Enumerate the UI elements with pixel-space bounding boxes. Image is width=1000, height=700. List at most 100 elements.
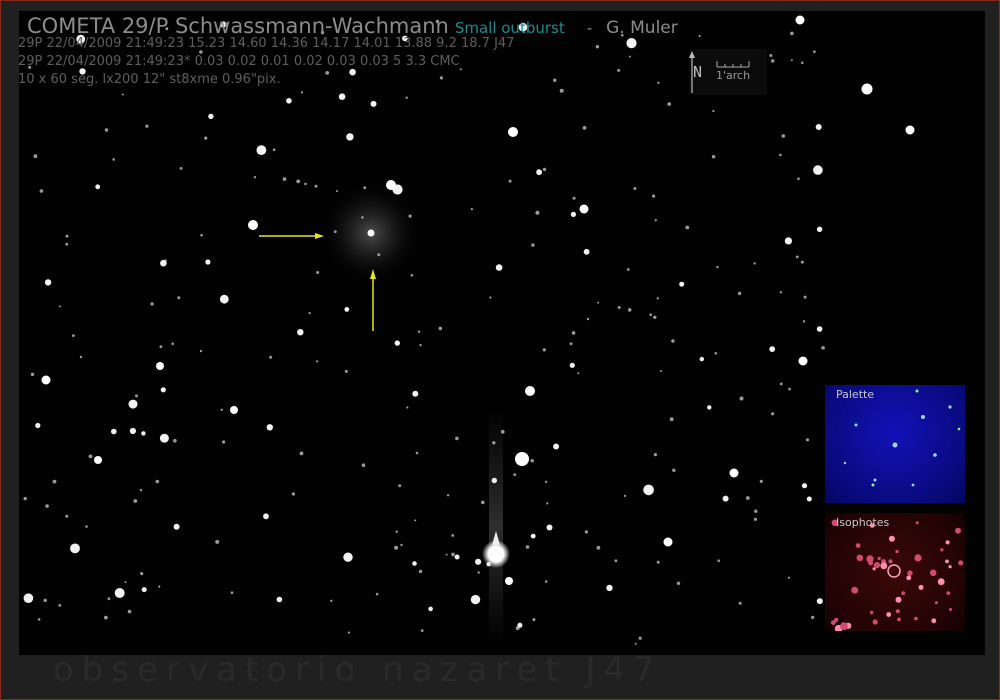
bright-star bbox=[94, 456, 102, 464]
isophote-star bbox=[907, 570, 913, 576]
star bbox=[800, 260, 804, 264]
star bbox=[95, 184, 101, 190]
star bbox=[455, 436, 459, 441]
star bbox=[361, 463, 366, 468]
star bbox=[806, 496, 812, 502]
star bbox=[638, 636, 642, 640]
isophote-star bbox=[937, 578, 945, 586]
star bbox=[784, 237, 793, 245]
star bbox=[173, 523, 180, 530]
star bbox=[739, 396, 744, 401]
star bbox=[296, 179, 301, 184]
star bbox=[347, 631, 351, 634]
star bbox=[586, 317, 590, 321]
star bbox=[582, 126, 587, 130]
star bbox=[672, 468, 676, 472]
star bbox=[759, 479, 763, 483]
star bbox=[454, 554, 460, 560]
star bbox=[363, 186, 367, 190]
star bbox=[451, 534, 455, 537]
star bbox=[179, 167, 183, 170]
bright-star bbox=[248, 220, 258, 230]
star bbox=[717, 559, 720, 562]
star bbox=[716, 265, 719, 269]
isophote-star bbox=[901, 591, 906, 596]
isophote-star bbox=[895, 549, 899, 554]
star bbox=[65, 514, 69, 518]
star bbox=[205, 259, 211, 265]
star bbox=[155, 479, 160, 484]
star bbox=[140, 572, 144, 576]
isophote-star bbox=[870, 610, 874, 615]
isophote-star bbox=[880, 562, 888, 570]
outburst-note: Small outburst bbox=[454, 19, 565, 37]
isophote-star bbox=[872, 567, 876, 571]
star bbox=[623, 494, 627, 497]
star bbox=[546, 502, 549, 505]
star bbox=[803, 295, 807, 299]
star bbox=[414, 519, 417, 522]
isophote-star bbox=[915, 521, 919, 525]
star bbox=[330, 599, 333, 602]
star bbox=[654, 219, 657, 222]
star bbox=[685, 225, 690, 230]
star bbox=[801, 61, 804, 65]
star bbox=[406, 406, 409, 409]
palette-stars bbox=[843, 389, 961, 487]
isophote-star bbox=[945, 559, 949, 564]
star bbox=[72, 334, 75, 337]
star bbox=[338, 93, 346, 100]
isophote-star bbox=[906, 575, 912, 581]
star bbox=[276, 596, 283, 603]
bright-star bbox=[795, 15, 805, 25]
star bbox=[111, 428, 117, 435]
bright-star bbox=[579, 204, 589, 214]
bright-star bbox=[861, 83, 873, 95]
isophote-star bbox=[856, 554, 864, 562]
star bbox=[230, 591, 234, 594]
star bbox=[711, 155, 716, 159]
star bbox=[801, 483, 808, 489]
bright-star bbox=[729, 468, 739, 478]
star bbox=[754, 509, 758, 513]
isophote-star bbox=[888, 535, 895, 542]
star bbox=[325, 71, 330, 75]
isophote-star bbox=[830, 620, 836, 625]
star bbox=[428, 606, 433, 612]
isophote-star bbox=[918, 584, 924, 590]
star bbox=[470, 594, 481, 605]
isophote-star bbox=[914, 554, 922, 562]
star bbox=[481, 500, 485, 505]
star bbox=[370, 100, 377, 107]
star bbox=[492, 441, 496, 445]
bright-star bbox=[156, 362, 164, 370]
star bbox=[779, 153, 782, 157]
star bbox=[737, 291, 742, 296]
star bbox=[544, 580, 548, 583]
star bbox=[256, 145, 267, 156]
star bbox=[627, 308, 632, 312]
star bbox=[714, 352, 718, 355]
star bbox=[23, 593, 34, 603]
star bbox=[470, 208, 473, 211]
star bbox=[634, 642, 637, 645]
image-title: COMETA 29/P Schwassmann-Wachmann Small ou… bbox=[27, 14, 678, 38]
star bbox=[128, 399, 138, 409]
star bbox=[65, 234, 69, 238]
star bbox=[653, 315, 657, 319]
star bbox=[816, 326, 823, 332]
star bbox=[595, 45, 600, 49]
star bbox=[445, 553, 448, 556]
star bbox=[308, 312, 311, 315]
star bbox=[85, 525, 88, 528]
star bbox=[542, 348, 546, 352]
star bbox=[657, 81, 660, 85]
star bbox=[569, 342, 573, 346]
star bbox=[530, 459, 534, 463]
star bbox=[745, 496, 750, 500]
palette-inset: Palette bbox=[825, 385, 965, 503]
exposure-info: 10 x 60 seg. lx200 12" st8xme 0.96"pix. bbox=[18, 72, 281, 87]
star bbox=[133, 499, 138, 503]
star bbox=[671, 339, 675, 343]
star bbox=[394, 545, 399, 550]
